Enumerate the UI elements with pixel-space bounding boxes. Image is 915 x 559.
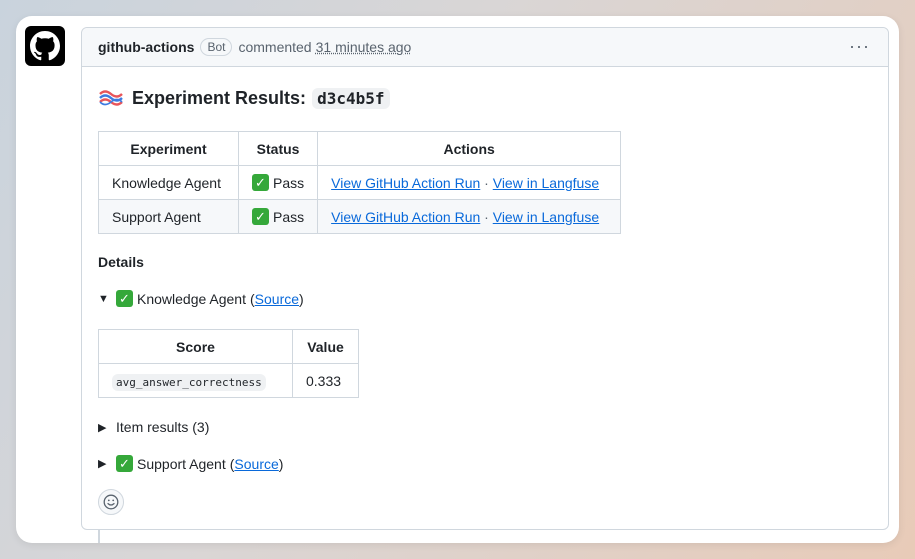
experiment-cell: Support Agent [98, 199, 239, 234]
score-cell: avg_answer_correctness [98, 363, 293, 398]
score-table: Score Value avg_answer_correctness 0.333 [98, 329, 359, 398]
comment-action: commented [238, 39, 312, 55]
summary-label: Item results (3) [116, 419, 210, 435]
page-title: Experiment Results: d3c4b5f [98, 85, 872, 111]
commit-hash: d3c4b5f [312, 87, 390, 109]
col-score: Score [98, 329, 293, 364]
comment-body: Experiment Results: d3c4b5f Experiment S… [82, 67, 888, 472]
knowledge-agent-summary[interactable]: ▼ ✓ Knowledge Agent (Source) [98, 290, 304, 307]
bot-badge: Bot [200, 38, 233, 56]
results-table: Experiment Status Actions Knowledge Agen… [98, 131, 622, 234]
table-row: avg_answer_correctness 0.333 [98, 363, 359, 398]
experiment-cell: Knowledge Agent [98, 165, 239, 200]
comment-timestamp[interactable]: 31 minutes ago [316, 39, 412, 55]
separator: · [484, 208, 489, 225]
actions-cell: View GitHub Action Run · View in Langfus… [317, 199, 622, 234]
title-text: Experiment Results: [132, 87, 307, 108]
check-mark-icon: ✓ [252, 174, 269, 191]
actions-cell: View GitHub Action Run · View in Langfus… [317, 165, 622, 200]
table-row: Support Agent ✓ Pass View GitHub Action R… [98, 199, 622, 234]
view-in-langfuse-link[interactable]: View in Langfuse [493, 175, 599, 191]
table-row: Knowledge Agent ✓ Pass View GitHub Action… [98, 165, 622, 200]
details-heading: Details [98, 254, 144, 270]
triangle-down-icon[interactable]: ▼ [98, 293, 112, 305]
separator: · [484, 174, 489, 191]
author-name[interactable]: github-actions [98, 39, 194, 55]
view-in-langfuse-link[interactable]: View in Langfuse [493, 209, 599, 225]
col-experiment: Experiment [98, 131, 239, 166]
github-avatar[interactable] [25, 26, 65, 66]
comment-card: github-actions Bot commented 31 minutes … [16, 16, 899, 543]
status-cell: ✓ Pass [237, 199, 319, 234]
source-link[interactable]: Source [255, 291, 299, 307]
status-cell: ✓ Pass [237, 165, 319, 200]
smiley-icon [103, 494, 119, 510]
value-cell: 0.333 [292, 363, 359, 398]
paren-close: ) [299, 290, 304, 307]
status-text: Pass [273, 208, 305, 225]
col-status: Status [237, 131, 319, 166]
comment-header: github-actions Bot commented 31 minutes … [82, 28, 888, 67]
paren-close: ) [278, 455, 284, 472]
summary-label: Knowledge Agent [137, 290, 246, 307]
triangle-right-icon[interactable]: ▶ [98, 421, 112, 434]
check-mark-icon: ✓ [116, 290, 133, 307]
langfuse-logo-icon [99, 90, 123, 106]
view-github-action-run-link[interactable]: View GitHub Action Run [331, 209, 480, 225]
support-agent-summary[interactable]: ▶ ✓ Support Agent (Source) [98, 455, 283, 472]
col-actions: Actions [317, 131, 622, 166]
github-logo-icon [30, 31, 60, 61]
score-name: avg_answer_correctness [112, 373, 266, 391]
check-mark-icon: ✓ [116, 455, 133, 472]
status-text: Pass [273, 174, 305, 191]
comment-box: github-actions Bot commented 31 minutes … [81, 27, 889, 530]
triangle-right-icon[interactable]: ▶ [98, 457, 112, 470]
source-link[interactable]: Source [234, 456, 278, 472]
kebab-icon[interactable]: ··· [849, 37, 870, 55]
check-mark-icon: ✓ [252, 208, 269, 225]
col-value: Value [292, 329, 359, 364]
add-reaction-button[interactable] [98, 489, 124, 515]
item-results-summary[interactable]: ▶ Item results (3) [98, 419, 209, 435]
view-github-action-run-link[interactable]: View GitHub Action Run [331, 175, 480, 191]
summary-label: Support Agent [137, 455, 226, 472]
